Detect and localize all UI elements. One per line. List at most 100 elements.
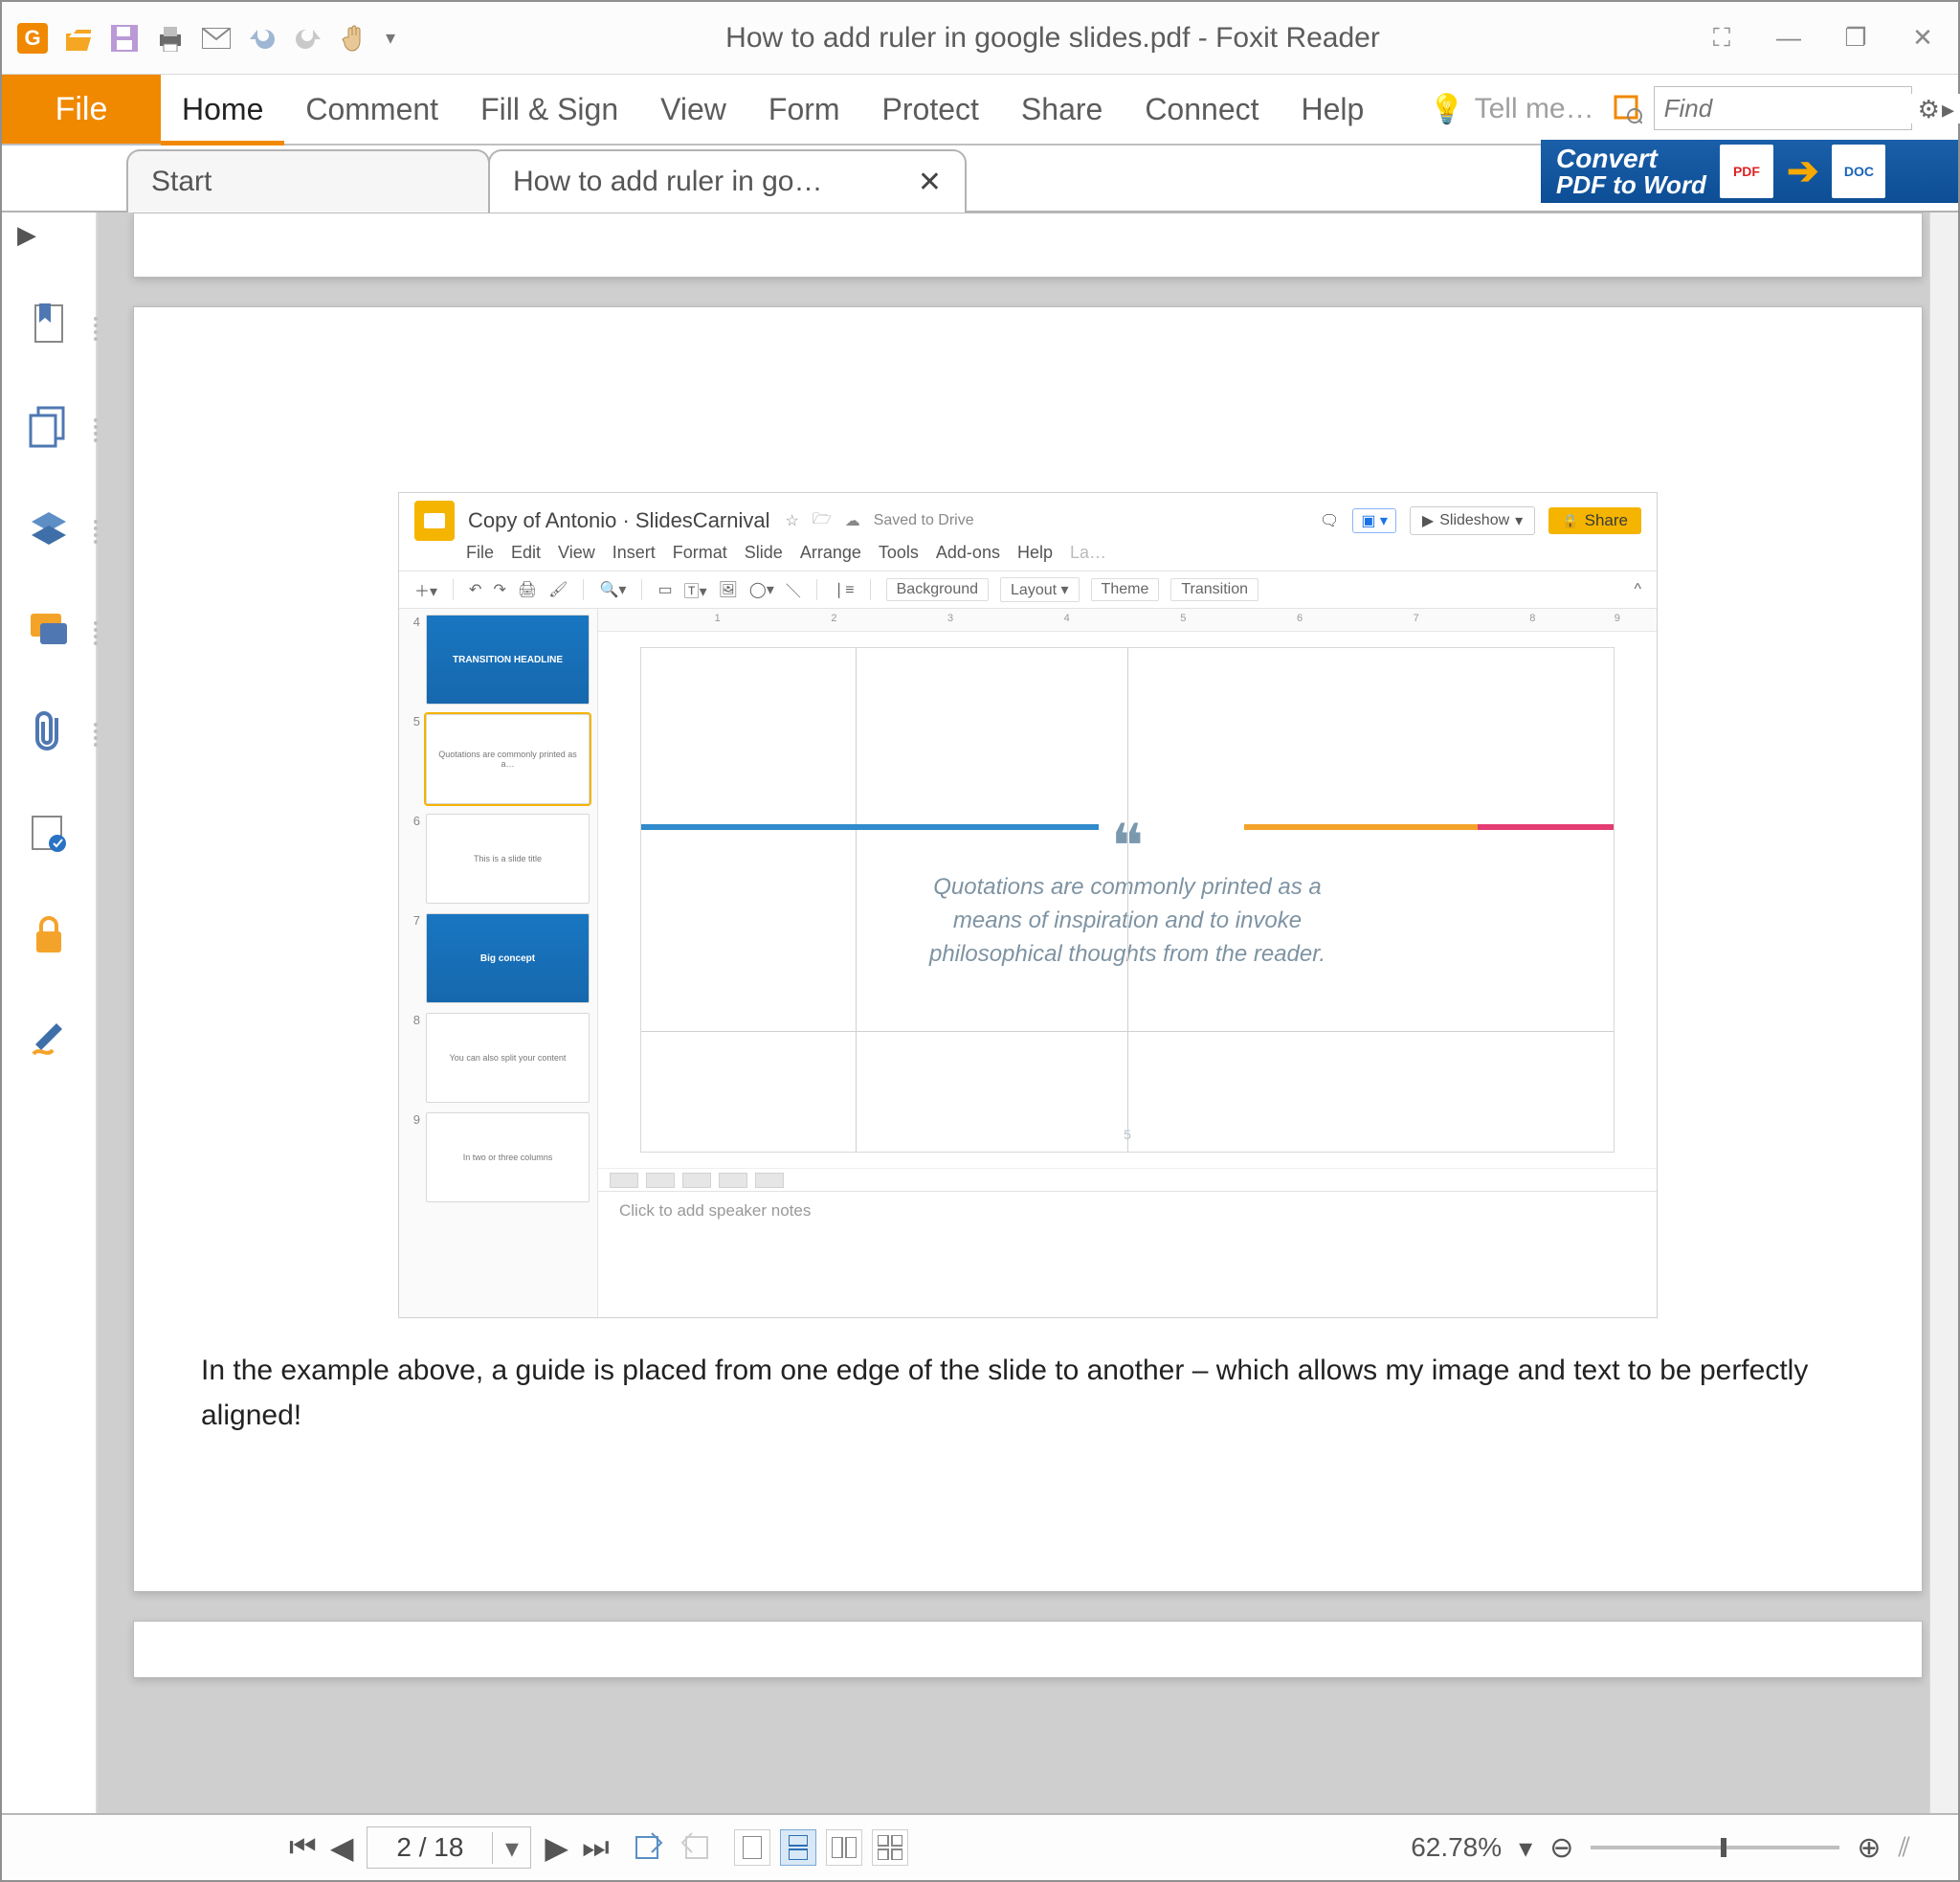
arrow-icon: ➔ xyxy=(1787,149,1819,193)
pages-icon[interactable] xyxy=(23,401,75,453)
find-box[interactable] xyxy=(1654,86,1912,130)
close-tab-icon[interactable]: ✕ xyxy=(918,166,942,199)
slides-toolbar: ＋▾↶↷🖨🖌🔍▾ ▭🅃▾🖼◯▾＼❘≡ Background Layout ▾ T… xyxy=(399,571,1657,609)
layers-icon[interactable] xyxy=(23,503,75,554)
reflow-prev-icon[interactable] xyxy=(635,1831,667,1864)
tab-view[interactable]: View xyxy=(639,75,747,144)
star-icon: ☆ xyxy=(784,511,801,530)
ribbon: File Home Comment Fill & Sign View Form … xyxy=(2,75,1958,146)
fullscreen-icon[interactable]: ⛶ xyxy=(1705,23,1738,54)
tab-protect[interactable]: Protect xyxy=(861,75,1000,144)
thumb-7: Big concept xyxy=(426,913,590,1003)
thumb-6: This is a slide title xyxy=(426,814,590,904)
vertical-scrollbar[interactable] xyxy=(1929,213,1958,1813)
doc-tab-start-label: Start xyxy=(151,166,212,198)
zoom-value: 62.78% xyxy=(1411,1832,1502,1863)
tab-help[interactable]: Help xyxy=(1281,75,1386,144)
last-page-icon[interactable]: ⏭ xyxy=(582,1829,610,1866)
tell-me[interactable]: 💡 Tell me… xyxy=(1415,75,1607,144)
page-current: Copy of Antonio · SlidesCarnival ☆ 🗁 ☁ S… xyxy=(133,306,1923,1592)
reflow-next-icon[interactable] xyxy=(677,1831,709,1864)
move-icon: 🗁 xyxy=(811,508,834,534)
slides-doc-title: Copy of Antonio · SlidesCarnival xyxy=(468,508,770,533)
resize-grip-icon[interactable]: ⫽ xyxy=(1899,1832,1911,1864)
document-viewer[interactable]: Copy of Antonio · SlidesCarnival ☆ 🗁 ☁ S… xyxy=(98,213,1958,1813)
window-title: How to add ruler in google slides.pdf - … xyxy=(400,22,1705,55)
continuous-page-icon[interactable] xyxy=(780,1829,816,1866)
restore-icon[interactable]: ❐ xyxy=(1839,23,1872,54)
tab-comment[interactable]: Comment xyxy=(284,75,459,144)
page-previous-peek xyxy=(133,213,1923,278)
status-bar: ⏮ ◀ 2 / 18 ▾ ▶ ⏭ 62.78% ▾ ⊖ ⊕ ⫽ xyxy=(2,1813,1958,1880)
page-dropdown-icon[interactable]: ▾ xyxy=(492,1832,530,1864)
ribbon-options[interactable]: ⚙▸ xyxy=(1918,75,1958,144)
zoom-out-icon[interactable]: ⊖ xyxy=(1549,1831,1573,1865)
open-icon[interactable] xyxy=(59,19,98,57)
bulb-icon: 💡 xyxy=(1429,93,1464,126)
expand-panel-icon[interactable]: ▶ xyxy=(17,220,36,250)
first-page-icon[interactable]: ⏮ xyxy=(289,1829,317,1866)
prev-page-icon[interactable]: ◀ xyxy=(330,1829,354,1866)
bookmarks-icon[interactable] xyxy=(23,300,75,351)
minimize-icon[interactable]: ― xyxy=(1772,23,1805,54)
page-navigation: ⏮ ◀ 2 / 18 ▾ ▶ ⏭ xyxy=(289,1826,610,1869)
zoom-slider[interactable] xyxy=(1591,1846,1839,1849)
foxit-reader-window: G ▾ How to add ruler in google slides.pd… xyxy=(0,0,1960,1882)
google-slides-screenshot: Copy of Antonio · SlidesCarnival ☆ 🗁 ☁ S… xyxy=(398,492,1658,1318)
zoom-dropdown-icon[interactable]: ▾ xyxy=(1519,1832,1532,1864)
tab-share[interactable]: Share xyxy=(1000,75,1124,144)
next-page-icon[interactable]: ▶ xyxy=(545,1829,568,1866)
undo-icon[interactable] xyxy=(243,19,281,57)
doc-tab-active[interactable]: How to add ruler in go… ✕ xyxy=(488,149,967,213)
present-to-icon: ▣ ▾ xyxy=(1352,508,1396,533)
doc-badge: DOC xyxy=(1832,145,1885,198)
continuous-facing-icon[interactable] xyxy=(872,1829,908,1866)
single-page-icon[interactable] xyxy=(734,1829,770,1866)
quick-access-toolbar: G ▾ xyxy=(13,19,400,57)
advanced-search-icon[interactable] xyxy=(1608,75,1648,144)
doc-tab-start[interactable]: Start xyxy=(126,149,490,213)
tab-fill-sign[interactable]: Fill & Sign xyxy=(459,75,639,144)
redo-icon[interactable] xyxy=(289,19,327,57)
banner-line2: PDF to Word xyxy=(1556,172,1706,197)
thumb-9: In two or three columns xyxy=(426,1112,590,1202)
titlebar: G ▾ How to add ruler in google slides.pd… xyxy=(2,2,1958,75)
zoom-in-icon[interactable]: ⊕ xyxy=(1857,1831,1881,1865)
slide-number: 5 xyxy=(1124,1127,1131,1142)
page-next-peek xyxy=(133,1621,1923,1678)
signatures-icon[interactable] xyxy=(23,807,75,859)
slide-thumbnails: 4TRANSITION HEADLINE 5Quotations are com… xyxy=(399,609,598,1317)
page-caption: In the example above, a guide is placed … xyxy=(201,1349,1855,1438)
tab-home[interactable]: Home xyxy=(161,75,284,144)
hand-tool-icon[interactable] xyxy=(335,19,373,57)
banner-line1: Convert xyxy=(1556,146,1706,172)
app-icon: G xyxy=(13,19,52,57)
find-input[interactable] xyxy=(1655,94,1960,123)
thumb-5: Quotations are commonly printed as a… xyxy=(426,714,590,804)
attachments-icon[interactable] xyxy=(23,706,75,757)
security-icon[interactable] xyxy=(23,908,75,960)
file-tab[interactable]: File xyxy=(2,75,161,144)
slide-canvas: ❝ Quotations are commonly printed as a m… xyxy=(598,632,1657,1168)
email-icon[interactable] xyxy=(197,19,235,57)
fill-sign-icon[interactable] xyxy=(23,1010,75,1062)
facing-page-icon[interactable] xyxy=(826,1829,862,1866)
navigation-panel: ▶ xyxy=(2,213,98,1813)
save-icon[interactable] xyxy=(105,19,144,57)
share-button: Share xyxy=(1548,507,1641,534)
svg-text:G: G xyxy=(24,26,40,50)
main-area: ▶ Copy of Antonio · Slides xyxy=(2,213,1958,1813)
page-indicator[interactable]: 2 / 18 ▾ xyxy=(367,1826,531,1869)
slideshow-button: ▶ Slideshow ▾ xyxy=(1410,506,1535,535)
convert-banner[interactable]: Convert PDF to Word PDF ➔ DOC xyxy=(1541,140,1958,203)
comments-icon[interactable] xyxy=(23,604,75,656)
print-icon[interactable] xyxy=(151,19,189,57)
tab-connect[interactable]: Connect xyxy=(1124,75,1280,144)
document-tabs: Start How to add ruler in go… ✕ Convert … xyxy=(2,146,1958,213)
tab-form[interactable]: Form xyxy=(747,75,861,144)
slides-menubar: FileEditViewInsertFormatSlideArrangeTool… xyxy=(399,543,1657,571)
qat-dropdown-icon[interactable]: ▾ xyxy=(381,19,400,57)
close-icon[interactable]: ✕ xyxy=(1906,23,1939,54)
slides-logo-icon xyxy=(414,501,455,541)
tell-me-label: Tell me… xyxy=(1475,93,1594,125)
